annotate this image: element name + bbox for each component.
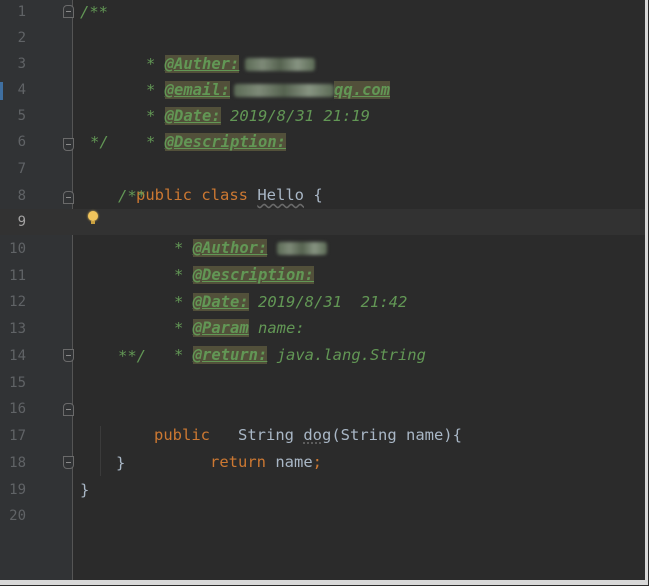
code-line-18[interactable]: 18 } [0, 450, 645, 476]
method-brace-close: } [116, 454, 126, 472]
code-line-4[interactable]: 4 * @Date: 2019/8/31 21:19 [0, 77, 645, 125]
javadoc-open: /** [118, 187, 146, 205]
code-line-10[interactable]: 10 * @Description: [0, 236, 645, 284]
javadoc-close: */ [90, 133, 109, 151]
code-line-16[interactable]: 16 public String dog(String name){ [0, 396, 645, 444]
line-number: 18 [9, 455, 26, 471]
fold-marker-icon[interactable] [63, 191, 74, 204]
code-line-3[interactable]: 3 * @email: qq.com [0, 51, 645, 99]
code-line-5[interactable]: 5 * @Description: [0, 103, 645, 151]
code-line-6[interactable]: 6 */ [0, 129, 645, 155]
code-line-17[interactable]: 17 return name; [0, 423, 645, 471]
code-line-14[interactable]: 14 **/ [0, 343, 645, 369]
line-number: 8 [17, 188, 26, 204]
code-line-1[interactable]: 1 /** [0, 0, 645, 25]
line-number: 6 [17, 134, 26, 150]
line-number: 2 [17, 30, 26, 46]
code-line-12[interactable]: 12 * @Param name: [0, 289, 645, 337]
code-line-19[interactable]: 19 } [0, 477, 645, 503]
code-line-13[interactable]: 13 * @return: java.lang.String [0, 316, 645, 364]
intention-bulb-icon[interactable] [88, 211, 98, 224]
line-number: 7 [17, 161, 26, 177]
line-number: 10 [9, 241, 26, 257]
fold-marker-icon[interactable] [63, 349, 74, 362]
line-number: 9 [17, 214, 26, 230]
line-number: 1 [17, 4, 26, 20]
line-number: 19 [9, 482, 26, 498]
javadoc-close: **/ [118, 347, 146, 365]
fold-marker-icon[interactable] [63, 456, 74, 469]
line-number: 17 [9, 428, 26, 444]
javadoc-open: /** [80, 3, 108, 21]
class-brace-close: } [80, 481, 90, 499]
code-editor[interactable]: 1 /** 2 * @Auther: 3 * @email: qq.com 4 *… [0, 0, 648, 585]
line-number: 4 [17, 82, 26, 98]
fold-marker-icon[interactable] [63, 403, 74, 416]
line-number: 3 [17, 56, 26, 72]
code-line-2[interactable]: 2 * @Auther: [0, 25, 645, 73]
code-line-15[interactable]: 15 [0, 370, 645, 396]
line-number: 14 [9, 348, 26, 364]
code-line-8[interactable]: 8 /** [0, 183, 645, 209]
line-number: 13 [9, 321, 26, 337]
line-number: 12 [9, 294, 26, 310]
line-number: 20 [9, 508, 26, 524]
code-line-20[interactable]: 20 [0, 503, 645, 529]
fold-marker-icon[interactable] [63, 5, 74, 18]
line-number: 16 [9, 401, 26, 417]
line-number: 11 [9, 268, 26, 284]
code-line-11[interactable]: 11 * @Date: 2019/8/31 21:42 [0, 263, 645, 311]
code-line-7[interactable]: 7 public class Hello { [0, 156, 645, 204]
line-number: 15 [9, 375, 26, 391]
fold-marker-icon[interactable] [63, 138, 74, 151]
line-number: 5 [17, 108, 26, 124]
